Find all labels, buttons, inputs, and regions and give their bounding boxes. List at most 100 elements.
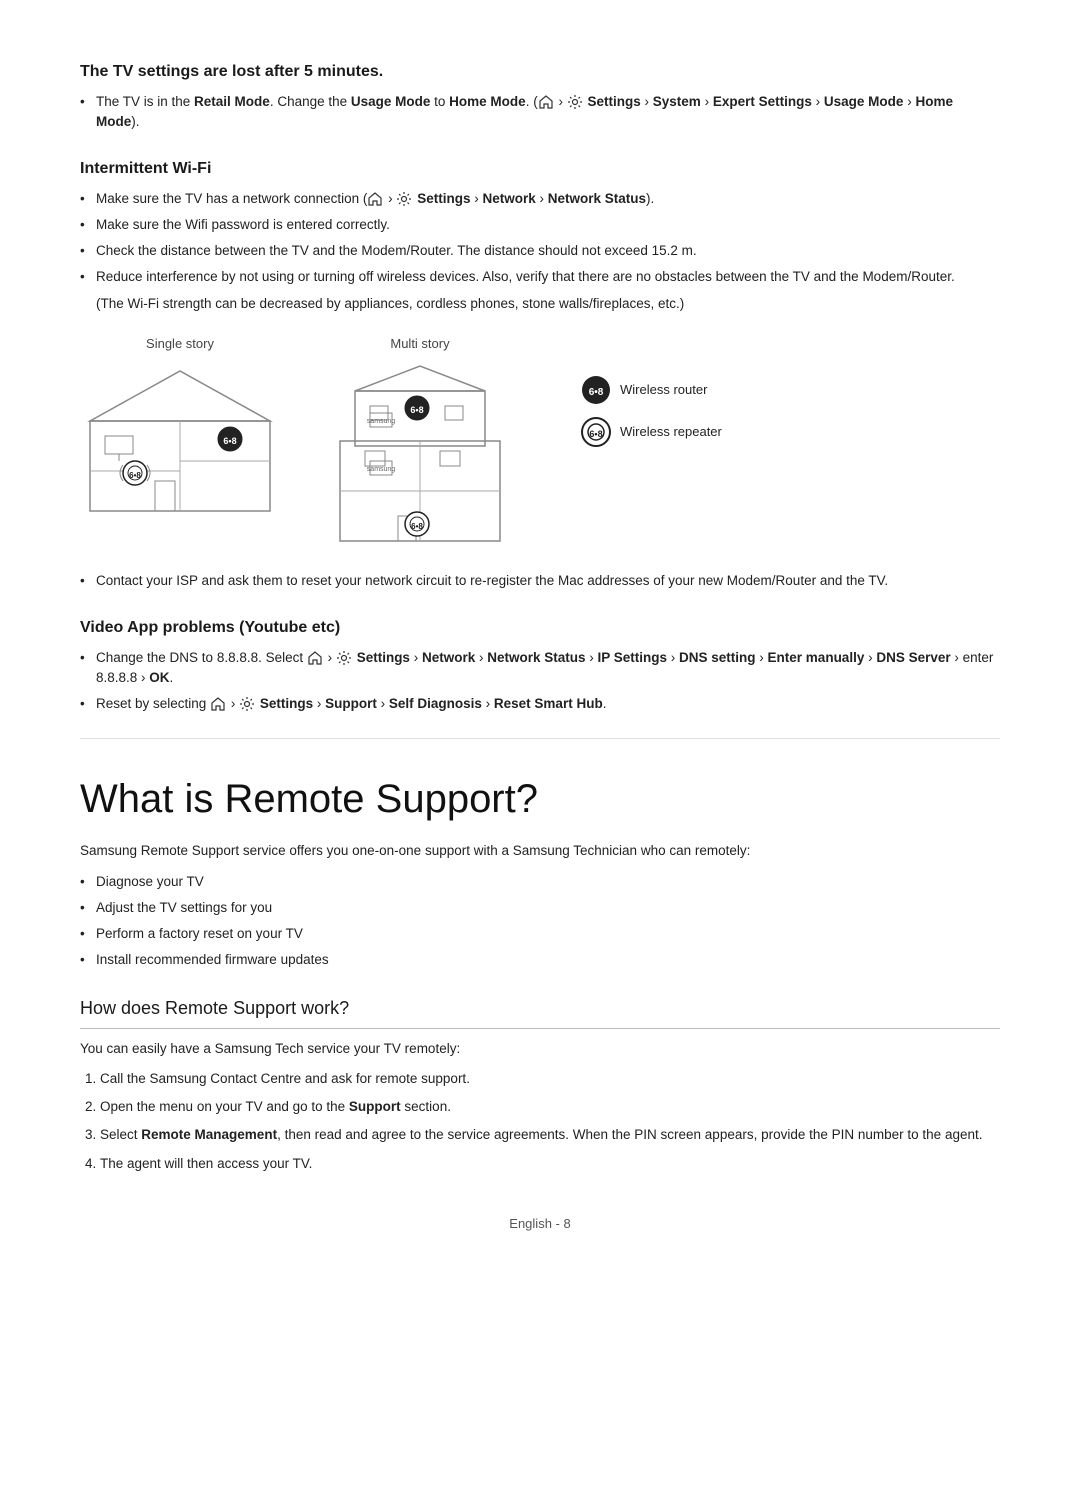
remote-step-1: Call the Samsung Contact Centre and ask … xyxy=(100,1069,1000,1089)
nav-network-wifi1: Network xyxy=(482,191,535,206)
svg-text:6•8: 6•8 xyxy=(411,522,423,531)
single-story-diagram: Single story 6•8 xyxy=(80,334,280,522)
dns-arrow: › xyxy=(328,650,333,665)
wifi-bullets: Make sure the TV has a network connectio… xyxy=(80,189,1000,288)
remote-support-item-3: Perform a factory reset on your TV xyxy=(80,924,1000,944)
usage-mode-text: Usage Mode xyxy=(351,94,431,109)
repeater-legend-label: Wireless repeater xyxy=(620,422,722,442)
nav-usage-mode: Usage Mode xyxy=(824,94,904,109)
tv-settings-lost-section: The TV settings are lost after 5 minutes… xyxy=(80,60,1000,133)
nav-expert: Expert Settings xyxy=(713,94,812,109)
nav-selfdiag-reset: Self Diagnosis xyxy=(389,696,482,711)
how-remote-support-heading: How does Remote Support work? xyxy=(80,995,1000,1029)
single-story-svg: 6•8 6•8 xyxy=(80,361,280,521)
video-app-heading: Video App problems (Youtube etc) xyxy=(80,616,1000,640)
settings-icon-dns xyxy=(336,650,352,666)
reset-arrow: › xyxy=(231,696,236,711)
svg-text:6•8: 6•8 xyxy=(223,436,236,446)
wifi-bullet-2: Make sure the Wifi password is entered c… xyxy=(80,215,1000,235)
wifi-contact-item: Contact your ISP and ask them to reset y… xyxy=(80,571,1000,591)
video-app-bullet-1: Change the DNS to 8.8.8.8. Select › Sett… xyxy=(80,648,1000,689)
retail-mode-text: Retail Mode xyxy=(194,94,270,109)
nav-enter-manually: Enter manually xyxy=(768,650,865,665)
section-divider xyxy=(80,738,1000,739)
svg-text:6•8: 6•8 xyxy=(129,471,141,480)
tv-settings-lost-list: The TV is in the Retail Mode. Change the… xyxy=(80,92,1000,133)
diagram-legend: 6•8 Wireless router 6•8 Wireless repeate… xyxy=(580,374,722,448)
svg-text:6•8: 6•8 xyxy=(589,429,602,439)
nav-settings-wifi1: Settings xyxy=(417,191,470,206)
nav-dns-setting: DNS setting xyxy=(679,650,756,665)
nav-arrow-wifi1: › xyxy=(388,191,393,206)
nav-dns-server: DNS Server xyxy=(876,650,950,665)
nav-sep4: › xyxy=(907,94,912,109)
how-remote-support-steps: Call the Samsung Contact Centre and ask … xyxy=(80,1069,1000,1174)
nav-system: System xyxy=(653,94,701,109)
svg-text:6•8: 6•8 xyxy=(589,387,604,398)
wifi-contact-bullet: Contact your ISP and ask them to reset y… xyxy=(80,571,1000,591)
video-app-bullet-2: Reset by selecting › Settings › Support … xyxy=(80,694,1000,714)
legend-repeater: 6•8 Wireless repeater xyxy=(580,416,722,448)
diagram-row: Single story 6•8 xyxy=(80,334,1000,552)
video-app-bullets: Change the DNS to 8.8.8.8. Select › Sett… xyxy=(80,648,1000,715)
video-app-section: Video App problems (Youtube etc) Change … xyxy=(80,616,1000,715)
repeater-legend-icon: 6•8 xyxy=(580,416,612,448)
legend-router: 6•8 Wireless router xyxy=(580,374,722,406)
remote-step-3: Select Remote Management, then read and … xyxy=(100,1125,1000,1145)
svg-text:6•8: 6•8 xyxy=(410,405,423,415)
nav-network-status-dns: Network Status xyxy=(487,650,585,665)
svg-text:samsung: samsung xyxy=(367,466,396,473)
nav-sep3: › xyxy=(816,94,821,109)
intermittent-wifi-section: Intermittent Wi-Fi Make sure the TV has … xyxy=(80,157,1000,592)
nav-reset-smarthub: Reset Smart Hub xyxy=(494,696,603,711)
remote-support-bullets: Diagnose your TV Adjust the TV settings … xyxy=(80,872,1000,971)
tv-settings-lost-heading: The TV settings are lost after 5 minutes… xyxy=(80,60,1000,84)
nav-network-dns: Network xyxy=(422,650,475,665)
remote-step-4: The agent will then access your TV. xyxy=(100,1154,1000,1174)
remote-support-item-1: Diagnose your TV xyxy=(80,872,1000,892)
settings-icon-wifi1 xyxy=(396,191,412,207)
nav-ip-settings: IP Settings xyxy=(598,650,668,665)
remote-support-section: What is Remote Support? Samsung Remote S… xyxy=(80,769,1000,970)
remote-support-intro: Samsung Remote Support service offers yo… xyxy=(80,841,1000,861)
nav-support-reset: Support xyxy=(325,696,377,711)
remote-support-heading: What is Remote Support? xyxy=(80,769,1000,829)
nav-settings: Settings xyxy=(587,94,640,109)
intermittent-wifi-heading: Intermittent Wi-Fi xyxy=(80,157,1000,181)
remote-mgmt-bold: Remote Management xyxy=(141,1127,277,1142)
home-icon xyxy=(538,94,554,110)
home-icon-wifi1 xyxy=(367,191,383,207)
nav-ok: OK xyxy=(149,670,169,685)
wifi-bullet-4: Reduce interference by not using or turn… xyxy=(80,267,1000,287)
remote-step-2: Open the menu on your TV and go to the S… xyxy=(100,1097,1000,1117)
nav-settings-dns: Settings xyxy=(357,650,410,665)
remote-support-item-4: Install recommended firmware updates xyxy=(80,950,1000,970)
support-bold: Support xyxy=(349,1099,401,1114)
svg-text:samsung: samsung xyxy=(367,418,396,425)
multi-story-diagram: Multi story xyxy=(310,334,530,552)
home-mode-text: Home Mode xyxy=(449,94,526,109)
multi-story-svg: 6•8 samsung samsung 6•8 xyxy=(310,361,530,551)
nav-arrow: › xyxy=(558,94,563,109)
how-remote-support-section: How does Remote Support work? You can ea… xyxy=(80,995,1000,1174)
wifi-bullet-3: Check the distance between the TV and th… xyxy=(80,241,1000,261)
tv-settings-bullet-text: The TV is in the Retail Mode. Change the… xyxy=(96,94,953,129)
footer-text: English - 8 xyxy=(509,1216,570,1231)
router-legend-icon: 6•8 xyxy=(580,374,612,406)
nav-sep2: › xyxy=(705,94,710,109)
settings-icon-reset xyxy=(239,696,255,712)
remote-support-item-2: Adjust the TV settings for you xyxy=(80,898,1000,918)
nav-network-status-wifi1: Network Status xyxy=(548,191,646,206)
nav-settings-reset: Settings xyxy=(260,696,313,711)
nav-sep1: › xyxy=(645,94,650,109)
settings-icon xyxy=(567,94,583,110)
wifi-bullet-1: Make sure the TV has a network connectio… xyxy=(80,189,1000,209)
wifi-note: (The Wi-Fi strength can be decreased by … xyxy=(96,294,1000,314)
how-remote-support-intro: You can easily have a Samsung Tech servi… xyxy=(80,1039,1000,1059)
home-icon-dns xyxy=(307,650,323,666)
home-icon-reset xyxy=(210,696,226,712)
router-legend-label: Wireless router xyxy=(620,380,707,400)
multi-story-label: Multi story xyxy=(390,334,449,354)
tv-settings-lost-item: The TV is in the Retail Mode. Change the… xyxy=(80,92,1000,133)
single-story-label: Single story xyxy=(146,334,214,354)
